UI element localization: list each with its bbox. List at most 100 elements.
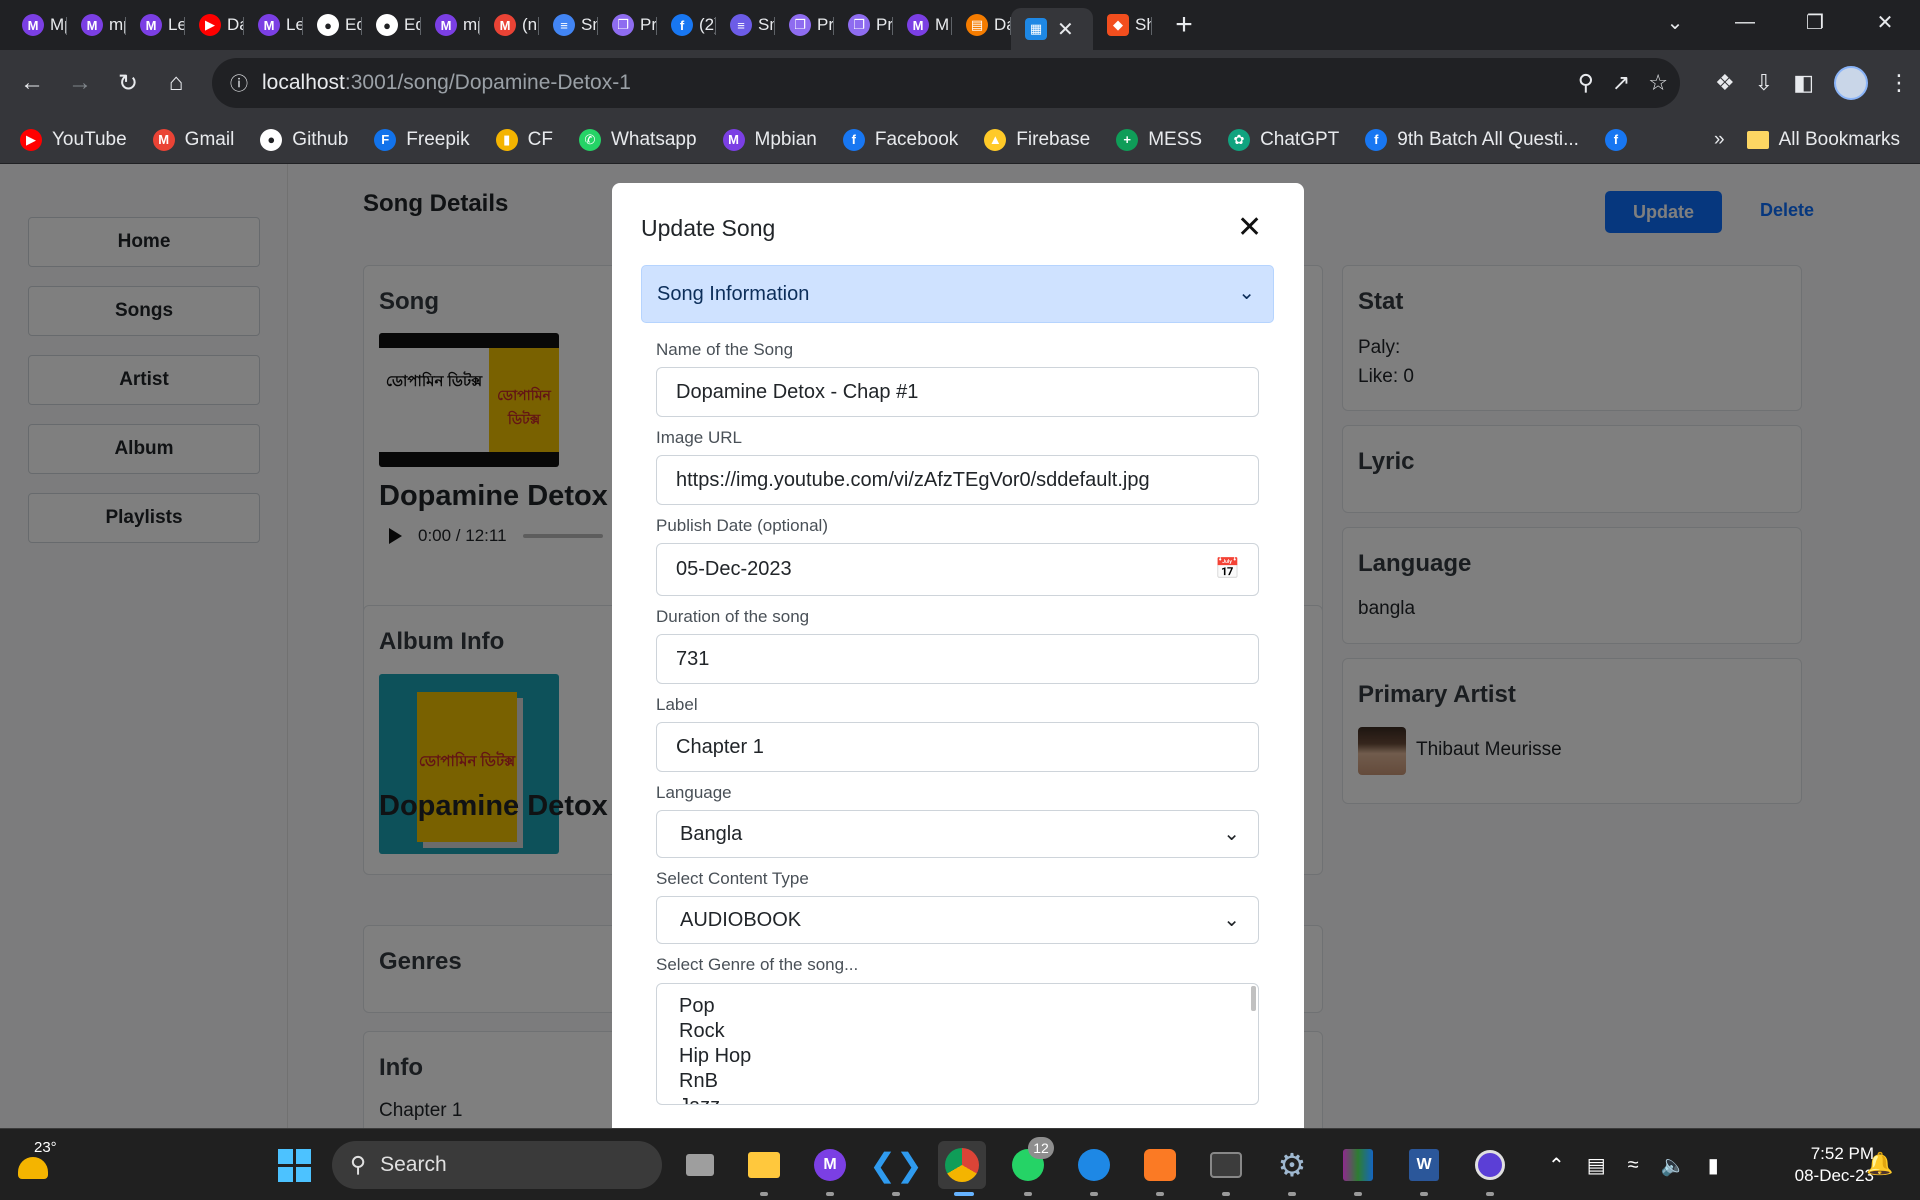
xampp-icon[interactable] (1136, 1141, 1184, 1189)
song-information-accordion[interactable]: Song Information ⌄ (641, 265, 1274, 323)
winrar-icon[interactable] (1334, 1141, 1382, 1189)
bookmarks-overflow-icon[interactable]: » (1714, 129, 1725, 151)
language-select[interactable]: Bangla ⌄ (656, 810, 1259, 858)
all-bookmarks-button[interactable]: All Bookmarks (1746, 129, 1900, 151)
chevron-up-icon[interactable]: ⌃ (1548, 1153, 1565, 1178)
content-type-select[interactable]: AUDIOBOOK ⌄ (656, 896, 1259, 944)
new-tab-icon[interactable]: + (1162, 3, 1206, 47)
volume-icon[interactable]: 🔈 (1661, 1153, 1686, 1178)
facebook-icon[interactable]: f (1604, 128, 1627, 151)
side-panel-icon[interactable]: ◧ (1793, 70, 1814, 96)
browser-tab[interactable]: ≡ Sm (716, 8, 775, 42)
genre-option[interactable]: Hip Hop (679, 1044, 1258, 1069)
browser-tab[interactable]: ❐ Pri (775, 8, 834, 42)
address-bar[interactable]: ⓘ localhost :3001/song/Dopamine-Detox-1 … (212, 58, 1680, 108)
bookmark-label: MESS (1148, 128, 1203, 150)
browser-tab[interactable]: ● Ed (362, 8, 421, 42)
file-explorer-icon[interactable] (740, 1141, 788, 1189)
taskbar-clock[interactable]: 7:52 PM 08-Dec-23 (1762, 1143, 1874, 1187)
zoom-icon[interactable]: ⚲ (1578, 70, 1594, 96)
browser-tab[interactable]: M Le (244, 8, 303, 42)
browser-tab[interactable]: f (2) (657, 8, 716, 42)
bookmark-item[interactable]: F Freepik (374, 128, 470, 151)
duration-input[interactable]: 731 (656, 634, 1259, 684)
extensions-icon[interactable]: ❖ (1715, 70, 1735, 96)
close-window-icon[interactable]: ✕ (1850, 0, 1920, 44)
m-app-icon[interactable]: M (806, 1141, 854, 1189)
browser-tab[interactable]: ▤ Da (952, 8, 1011, 42)
minimize-icon[interactable]: — (1710, 0, 1780, 44)
browser-tab[interactable]: ❐ Pri (598, 8, 657, 42)
weather-widget[interactable]: 23° (14, 1139, 64, 1189)
browser-tab[interactable]: M Mp (8, 8, 67, 42)
menu-icon[interactable]: ⋮ (1888, 70, 1910, 96)
genre-option[interactable]: RnB (679, 1069, 1258, 1094)
chrome-icon[interactable] (938, 1141, 986, 1189)
bookmark-item[interactable]: M Mpbian (722, 128, 817, 151)
download-icon[interactable]: ⇩ (1755, 70, 1773, 96)
restore-icon[interactable]: ❐ (1780, 0, 1850, 44)
browser-tab[interactable]: M Le (126, 8, 185, 42)
browser-tab[interactable]: ≡ Sm (539, 8, 598, 42)
browser-tab[interactable]: ▶ Da (185, 8, 244, 42)
bookmark-item[interactable]: ✿ ChatGPT (1228, 128, 1339, 151)
browser-tab[interactable]: Mmp (67, 8, 126, 42)
genre-option[interactable]: Pop (679, 994, 1258, 1019)
browser-tab[interactable]: ◆ Sh (1093, 8, 1152, 42)
browser-tab[interactable]: ❐ Pri (834, 8, 893, 42)
browser-tab[interactable]: M (n (480, 8, 539, 42)
profile-avatar[interactable] (1834, 66, 1868, 100)
windows-start-icon[interactable] (270, 1141, 318, 1189)
chevron-down-icon: ⌄ (1238, 282, 1255, 304)
calendar-icon[interactable]: 📅 (1215, 556, 1240, 581)
genre-option[interactable]: Rock (679, 1019, 1258, 1044)
browser-tab-label: mp (109, 15, 126, 34)
task-view-icon[interactable] (676, 1141, 724, 1189)
obs-icon[interactable] (1466, 1141, 1514, 1189)
bookmark-star-icon[interactable]: ☆ (1648, 70, 1668, 96)
tab-close-icon[interactable]: ✕ (1057, 17, 1074, 42)
bookmark-item[interactable]: ▮ CF (495, 128, 553, 151)
song-name-input[interactable]: Dopamine Detox - Chap #1 (656, 367, 1259, 417)
browser-tab[interactable]: Mmp (421, 8, 480, 42)
forward-icon[interactable]: → (56, 59, 104, 107)
reload-icon[interactable]: ↻ (104, 59, 152, 107)
share-icon[interactable]: ↗ (1612, 70, 1630, 96)
notification-bell-icon[interactable]: 🔔 (1866, 1151, 1893, 1177)
vscode-icon[interactable]: ❮❯ (869, 1141, 923, 1189)
tab-search-icon[interactable]: ⌄ (1640, 0, 1710, 44)
bookmark-item[interactable]: ▶ YouTube (20, 128, 127, 151)
bookmark-item[interactable]: M Gmail (152, 128, 234, 151)
bookmark-item[interactable]: f Facebook (842, 128, 958, 151)
update-song-modal: Update Song ✕ Song Information ⌄ Name of… (612, 183, 1304, 1128)
site-info-icon[interactable]: ⓘ (230, 70, 248, 96)
terminal-icon[interactable] (1202, 1141, 1250, 1189)
bookmark-item[interactable]: ✆ Whatsapp (578, 128, 697, 151)
image-url-input[interactable]: https://img.youtube.com/vi/zAfzTEgVor0/s… (656, 455, 1259, 505)
bookmark-item[interactable]: f 9th Batch All Questi... (1365, 128, 1579, 151)
touch-keyboard-icon[interactable]: ▤ (1587, 1153, 1606, 1178)
label-input[interactable]: Chapter 1 (656, 722, 1259, 772)
app-store-icon[interactable] (1070, 1141, 1118, 1189)
bookmark-item[interactable]: + MESS (1116, 128, 1203, 151)
browser-tab[interactable]: ● Ed (303, 8, 362, 42)
close-icon[interactable]: ✕ (1237, 210, 1262, 245)
browser-tab[interactable]: MM (893, 8, 952, 42)
back-icon[interactable]: ← (8, 59, 56, 107)
url-path: :3001/song/Dopamine-Detox-1 (344, 71, 631, 94)
browser-tab-active[interactable]: ▦ ✕ (1011, 8, 1093, 50)
taskbar-search[interactable]: ⚲ Search (332, 1141, 662, 1189)
settings-gear-icon[interactable]: ⚙ (1268, 1141, 1316, 1189)
bookmark-item[interactable]: ▲ Firebase (984, 128, 1090, 151)
battery-icon[interactable]: ▮ (1708, 1153, 1719, 1178)
copy-icon: ❐ (789, 14, 811, 36)
genre-option[interactable]: Jazz (679, 1094, 1258, 1104)
list-scrollbar[interactable] (1251, 986, 1256, 1011)
bookmark-label: Whatsapp (610, 128, 697, 150)
wifi-icon[interactable]: ≈ (1628, 1154, 1639, 1177)
word-icon[interactable]: W (1400, 1141, 1448, 1189)
publish-date-input[interactable]: 05-Dec-2023 📅 (656, 543, 1259, 596)
bookmark-item[interactable]: ● Github (260, 128, 348, 151)
home-icon[interactable]: ⌂ (152, 59, 200, 107)
genre-multiselect[interactable]: Pop Rock Hip Hop RnB Jazz (656, 983, 1259, 1105)
